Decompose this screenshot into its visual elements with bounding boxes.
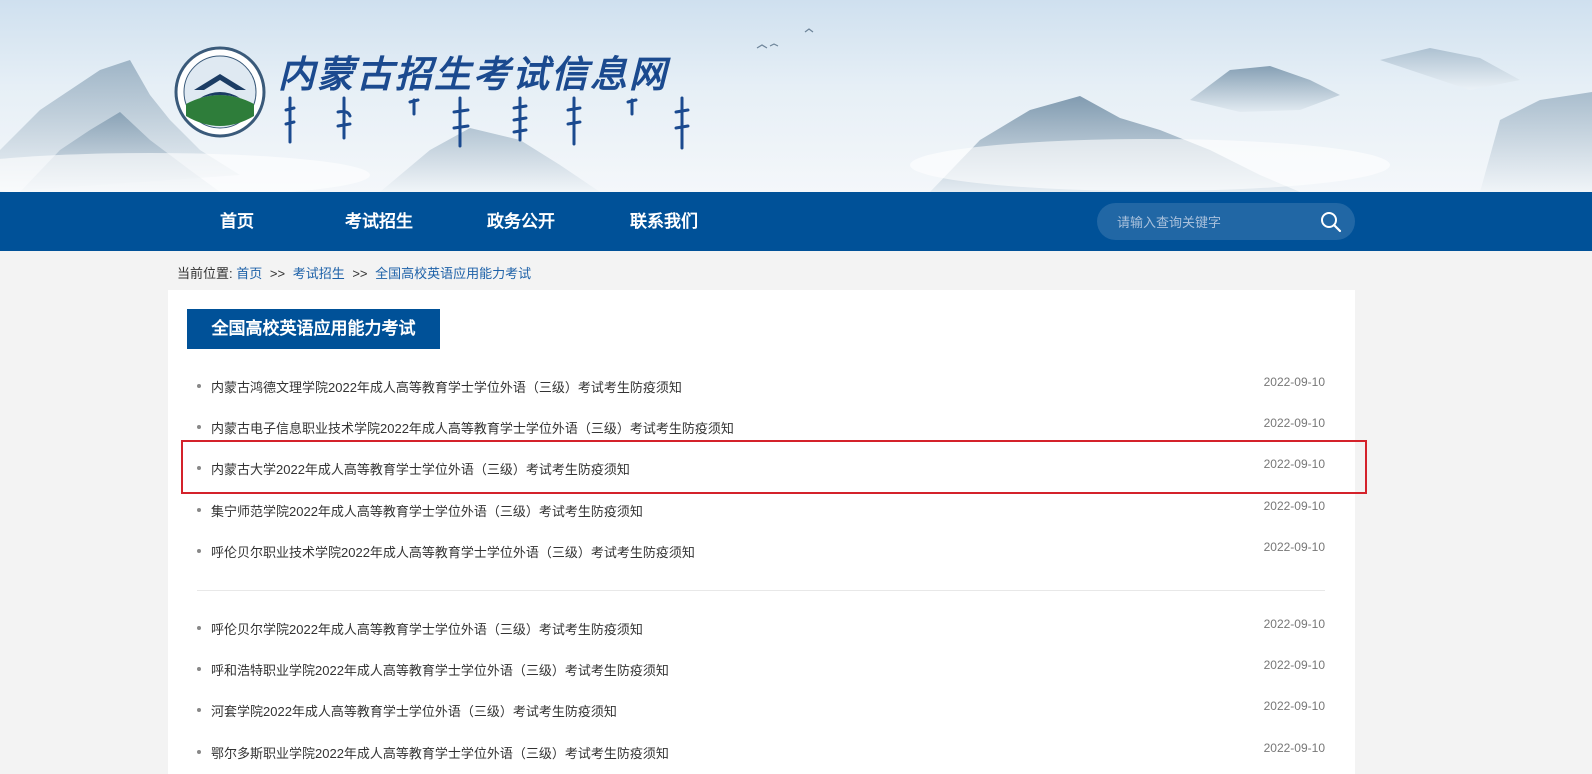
news-title-link[interactable]: 内蒙古大学2022年成人高等教育学士学位外语（三级）考试考生防疫须知 xyxy=(211,459,630,478)
bullet-icon xyxy=(197,667,201,671)
main-nav: 首页 考试招生 政务公开 联系我们 xyxy=(0,192,1592,251)
bullet-icon xyxy=(197,384,201,388)
content-panel: 全国高校英语应用能力考试 内蒙古鸿德文理学院2022年成人高等教育学士学位外语（… xyxy=(168,290,1355,774)
search-box xyxy=(1097,203,1355,240)
bullet-icon xyxy=(197,466,201,470)
logo-icon xyxy=(174,46,266,138)
news-date: 2022-09-10 xyxy=(1263,499,1325,513)
news-title-link[interactable]: 呼伦贝尔学院2022年成人高等教育学士学位外语（三级）考试考生防疫须知 xyxy=(211,619,643,638)
news-date: 2022-09-10 xyxy=(1263,658,1325,672)
breadcrumb-separator: >> xyxy=(269,266,286,281)
news-date: 2022-09-10 xyxy=(1263,416,1325,430)
list-item: 河套学院2022年成人高等教育学士学位外语（三级）考试考生防疫须知 2022-0… xyxy=(197,699,1325,723)
news-date: 2022-09-10 xyxy=(1263,457,1325,471)
list-item: 呼伦贝尔学院2022年成人高等教育学士学位外语（三级）考试考生防疫须知 2022… xyxy=(197,617,1325,641)
breadcrumb-link-current[interactable]: 全国高校英语应用能力考试 xyxy=(375,266,531,281)
news-date: 2022-09-10 xyxy=(1263,741,1325,755)
list-item: 呼伦贝尔职业技术学院2022年成人高等教育学士学位外语（三级）考试考生防疫须知 … xyxy=(197,540,1325,564)
list-item: 鄂尔多斯职业学院2022年成人高等教育学士学位外语（三级）考试考生防疫须知 20… xyxy=(197,741,1325,765)
mongolian-script-title xyxy=(284,96,690,150)
news-date: 2022-09-10 xyxy=(1263,699,1325,713)
breadcrumb-link-home[interactable]: 首页 xyxy=(236,266,262,281)
list-item: 呼和浩特职业学院2022年成人高等教育学士学位外语（三级）考试考生防疫须知 20… xyxy=(197,658,1325,682)
list-item: 集宁师范学院2022年成人高等教育学士学位外语（三级）考试考生防疫须知 2022… xyxy=(197,499,1325,523)
bullet-icon xyxy=(197,508,201,512)
news-title-link[interactable]: 呼和浩特职业学院2022年成人高等教育学士学位外语（三级）考试考生防疫须知 xyxy=(211,660,669,679)
site-title: 内蒙古招生考试信息网 xyxy=(278,52,668,96)
news-date: 2022-09-10 xyxy=(1263,617,1325,631)
list-item: 内蒙古电子信息职业技术学院2022年成人高等教育学士学位外语（三级）考试考生防疫… xyxy=(197,416,1325,440)
nav-item-exams[interactable]: 考试招生 xyxy=(345,192,413,251)
bullet-icon xyxy=(197,549,201,553)
breadcrumb-prefix: 当前位置: xyxy=(177,266,233,281)
list-divider xyxy=(197,590,1325,591)
news-title-link[interactable]: 内蒙古电子信息职业技术学院2022年成人高等教育学士学位外语（三级）考试考生防疫… xyxy=(211,418,734,437)
bullet-icon xyxy=(197,626,201,630)
bullet-icon xyxy=(197,425,201,429)
news-date: 2022-09-10 xyxy=(1263,375,1325,389)
search-input[interactable] xyxy=(1117,211,1307,233)
site-banner: 内蒙古招生考试信息网 xyxy=(0,0,1592,192)
breadcrumb: 当前位置: 首页 >> 考试招生 >> 全国高校英语应用能力考试 xyxy=(177,263,531,282)
news-title-link[interactable]: 呼伦贝尔职业技术学院2022年成人高等教育学士学位外语（三级）考试考生防疫须知 xyxy=(211,542,695,561)
nav-item-home[interactable]: 首页 xyxy=(220,192,254,251)
nav-item-government[interactable]: 政务公开 xyxy=(487,192,555,251)
breadcrumb-link-exams[interactable]: 考试招生 xyxy=(293,266,345,281)
news-title-link[interactable]: 河套学院2022年成人高等教育学士学位外语（三级）考试考生防疫须知 xyxy=(211,701,617,720)
section-title: 全国高校英语应用能力考试 xyxy=(187,309,440,349)
nav-item-contact[interactable]: 联系我们 xyxy=(630,192,698,251)
bullet-icon xyxy=(197,750,201,754)
breadcrumb-separator: >> xyxy=(352,266,368,281)
search-icon[interactable] xyxy=(1319,210,1343,234)
list-item: 内蒙古大学2022年成人高等教育学士学位外语（三级）考试考生防疫须知 2022-… xyxy=(197,457,1325,481)
news-title-link[interactable]: 集宁师范学院2022年成人高等教育学士学位外语（三级）考试考生防疫须知 xyxy=(211,501,643,520)
news-date: 2022-09-10 xyxy=(1263,540,1325,554)
list-item: 内蒙古鸿德文理学院2022年成人高等教育学士学位外语（三级）考试考生防疫须知 2… xyxy=(197,375,1325,399)
bullet-icon xyxy=(197,708,201,712)
news-title-link[interactable]: 鄂尔多斯职业学院2022年成人高等教育学士学位外语（三级）考试考生防疫须知 xyxy=(211,743,669,762)
news-title-link[interactable]: 内蒙古鸿德文理学院2022年成人高等教育学士学位外语（三级）考试考生防疫须知 xyxy=(211,377,682,396)
